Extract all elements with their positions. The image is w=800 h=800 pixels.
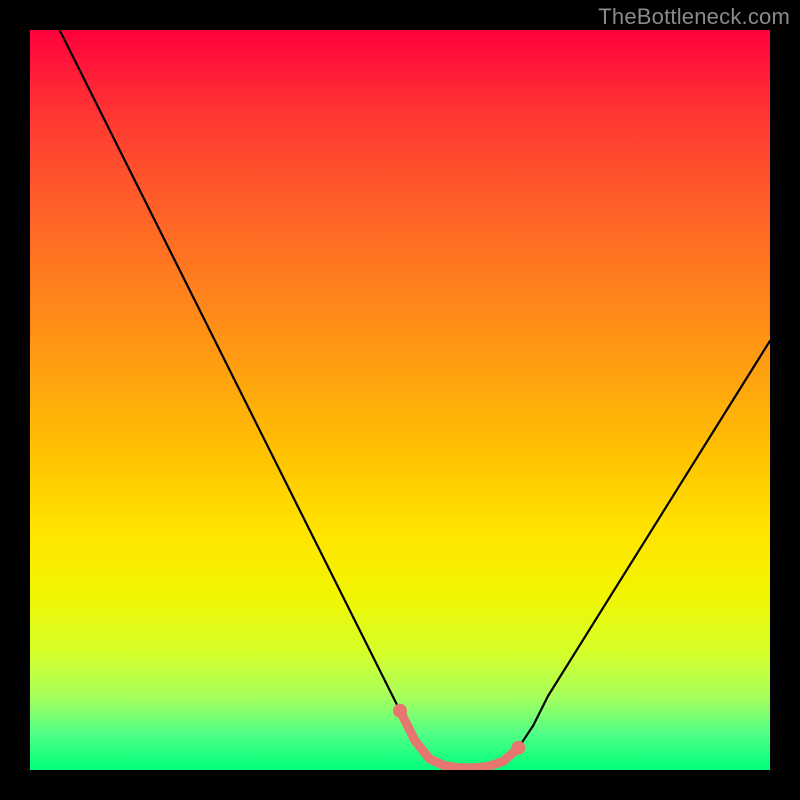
curve-layer: [30, 30, 770, 770]
watermark-text: TheBottleneck.com: [598, 4, 790, 30]
optimal-range-endpoint: [511, 741, 525, 755]
optimal-range-markers: [393, 704, 525, 768]
optimal-range-line: [400, 711, 518, 768]
plot-area: [30, 30, 770, 770]
bottleneck-curve: [30, 30, 770, 768]
optimal-range-endpoint: [393, 704, 407, 718]
chart-frame: TheBottleneck.com: [0, 0, 800, 800]
